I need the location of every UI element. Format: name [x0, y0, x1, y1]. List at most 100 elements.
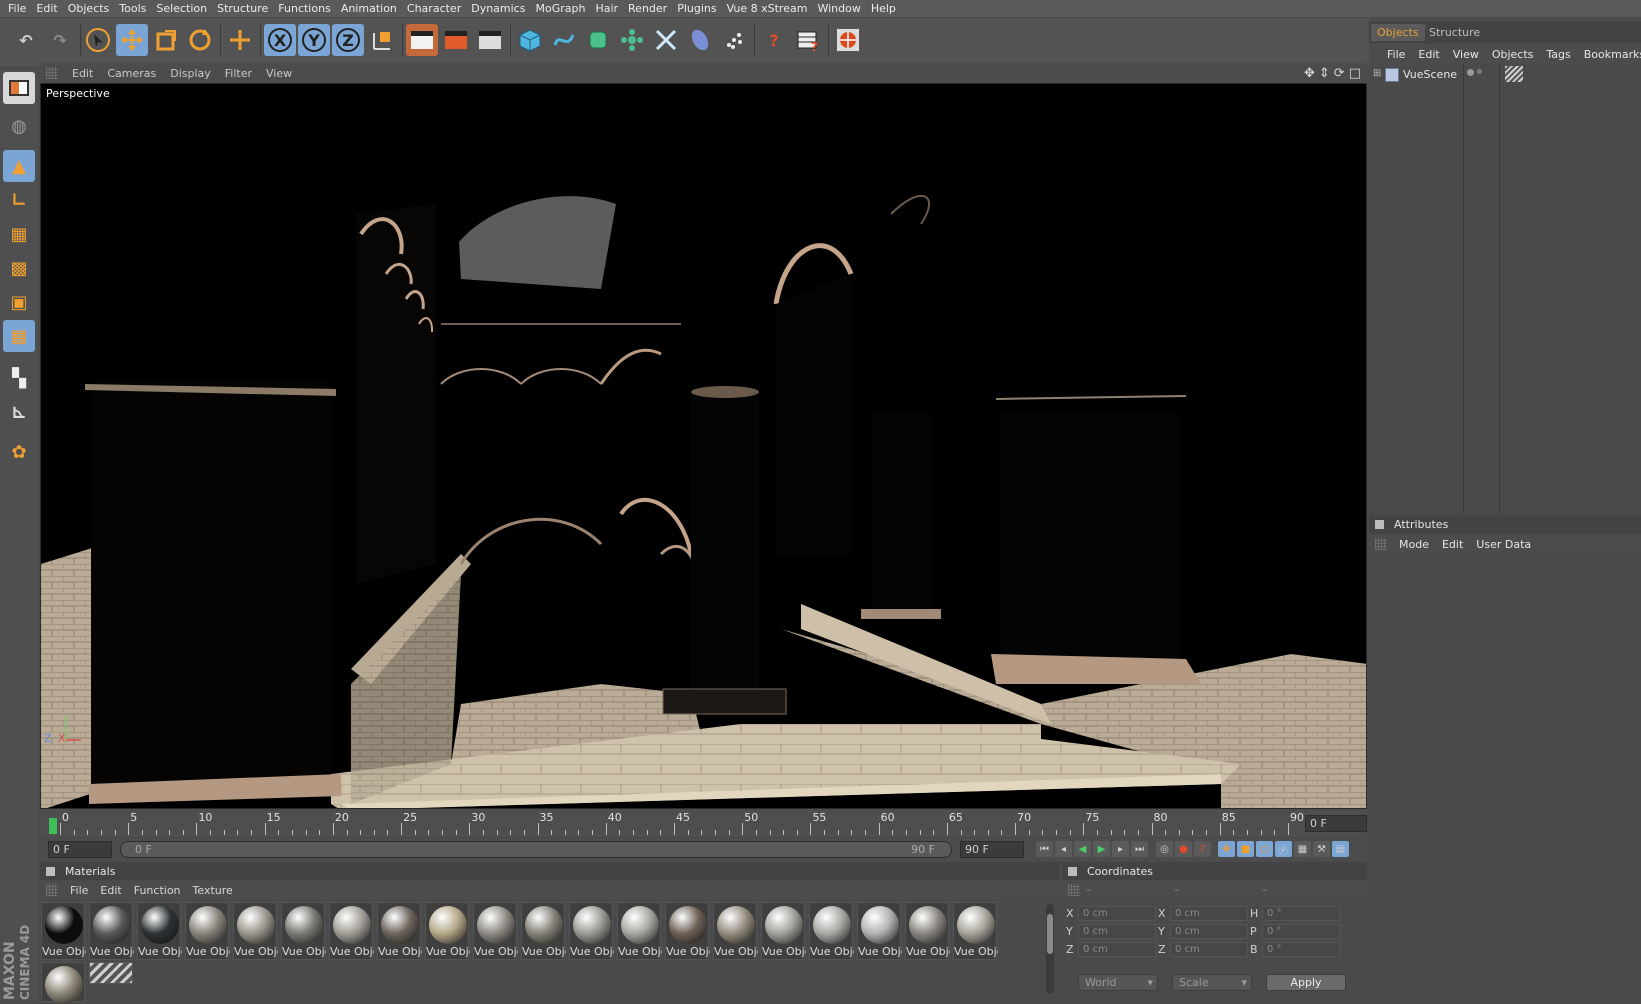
menu-plugins[interactable]: Plugins — [677, 2, 716, 15]
play-backward-button[interactable]: ◀ — [1074, 841, 1091, 857]
material-swatch[interactable]: Vue Obje — [761, 902, 806, 960]
move-tool-button[interactable] — [116, 24, 148, 56]
live-selection-button[interactable] — [82, 24, 114, 56]
workplane-button[interactable]: ⊾ — [3, 396, 35, 428]
materials-scrollbar[interactable] — [1046, 904, 1054, 994]
material-swatch[interactable]: Vue Obje — [329, 902, 374, 960]
points-mode-button[interactable]: ▦ — [3, 218, 35, 250]
scheme-button[interactable]: ⚒ — [1313, 841, 1330, 857]
material-swatch[interactable]: Vue Obje — [905, 902, 950, 960]
material-swatch[interactable]: Vue Obje — [41, 902, 86, 960]
sculpt-button[interactable]: ✿ — [3, 436, 35, 468]
menu-selection[interactable]: Selection — [156, 2, 207, 15]
objects-menu-view[interactable]: View — [1453, 48, 1479, 61]
object-axis-button[interactable]: ∟ — [3, 184, 35, 216]
range-start-field[interactable]: 0 F — [48, 841, 112, 858]
array-button[interactable] — [616, 24, 648, 56]
material-swatch[interactable]: Vue Obje — [185, 902, 230, 960]
coord-value-field[interactable]: 0 cm — [1078, 942, 1156, 957]
z-axis-lock-button[interactable]: Z — [332, 24, 364, 56]
material-swatch[interactable]: Vue Obje — [665, 902, 710, 960]
help-cursor-button[interactable]: ? — [758, 24, 790, 56]
material-swatch[interactable]: Vue Obje — [233, 902, 278, 960]
menu-objects[interactable]: Objects — [68, 2, 110, 15]
goto-start-button[interactable]: ⏮ — [1036, 841, 1053, 857]
objects-menu-tags[interactable]: Tags — [1546, 48, 1570, 61]
material-tag-icon[interactable] — [1505, 66, 1523, 82]
render-dot-icon[interactable] — [1477, 69, 1482, 74]
redo-button[interactable]: ↷ — [44, 24, 76, 56]
y-axis-lock-button[interactable]: Y — [298, 24, 330, 56]
panel-toggle-icon[interactable] — [1068, 866, 1077, 876]
prev-key-button[interactable]: ◂ — [1055, 841, 1072, 857]
coordinate-system-button[interactable] — [366, 24, 398, 56]
menu-render[interactable]: Render — [628, 2, 667, 15]
menu-dynamics[interactable]: Dynamics — [471, 2, 525, 15]
materials-menu-edit[interactable]: Edit — [100, 884, 121, 897]
coord-value-field[interactable]: 0 ° — [1262, 906, 1340, 921]
panel-toggle-icon[interactable] — [1375, 520, 1384, 529]
coord-value-field[interactable]: 0 cm — [1170, 924, 1248, 939]
model-mode-button[interactable]: ▲ — [3, 150, 35, 182]
grip-handle-icon[interactable] — [46, 67, 58, 79]
materials-menu-texture[interactable]: Texture — [193, 884, 233, 897]
apply-button[interactable]: Apply — [1266, 974, 1346, 991]
particles-button[interactable] — [718, 24, 750, 56]
object-row-vuescene[interactable]: ⊞ VueScene — [1369, 66, 1641, 84]
menu-mograph[interactable]: MoGraph — [535, 2, 585, 15]
expand-plus-icon[interactable]: ⊞ — [1373, 68, 1381, 79]
edges-mode-button[interactable]: ▩ — [3, 252, 35, 284]
menu-hair[interactable]: Hair — [595, 2, 618, 15]
menu-tools[interactable]: Tools — [119, 2, 146, 15]
material-swatch[interactable]: Vue Obje — [953, 902, 998, 960]
make-editable-button[interactable]: ◍ — [3, 110, 35, 142]
grip-handle-icon[interactable] — [1068, 884, 1080, 896]
material-swatch[interactable]: Vue Obje — [137, 902, 182, 960]
polygons-mode-button[interactable]: ▣ — [3, 286, 35, 318]
x-axis-lock-button[interactable]: X — [264, 24, 296, 56]
viewport-menu-display[interactable]: Display — [170, 67, 211, 80]
menu-window[interactable]: Window — [817, 2, 860, 15]
timeline-layout-button[interactable]: ▤ — [1332, 841, 1349, 857]
transform-mode-dropdown[interactable]: Scale ▾ — [1172, 974, 1252, 991]
material-swatch[interactable]: Vue Obje — [473, 902, 518, 960]
menu-functions[interactable]: Functions — [278, 2, 331, 15]
render-view-button[interactable] — [406, 24, 438, 56]
goto-end-button[interactable]: ⏭ — [1131, 841, 1148, 857]
view-layout-button[interactable] — [3, 72, 35, 104]
dolly-icon[interactable]: ⇕ — [1319, 66, 1330, 81]
attributes-menu-user-data[interactable]: User Data — [1476, 538, 1531, 551]
key-parameter-button[interactable]: Ⓟ — [1275, 841, 1292, 857]
menu-edit[interactable]: Edit — [36, 2, 57, 15]
coordinate-mode-dropdown[interactable]: World ▾ — [1078, 974, 1158, 991]
viewport-menu-edit[interactable]: Edit — [72, 67, 93, 80]
menu-help[interactable]: Help — [871, 2, 896, 15]
material-swatch[interactable]: Vue Obje — [425, 902, 470, 960]
material-swatch[interactable]: Vue Obje — [857, 902, 902, 960]
objects-menu-edit[interactable]: Edit — [1418, 48, 1439, 61]
next-key-button[interactable]: ▸ — [1112, 841, 1129, 857]
key-rotation-button[interactable]: ○ — [1256, 841, 1273, 857]
pan-icon[interactable]: ✥ — [1304, 66, 1315, 81]
menu-vue-xstream[interactable]: Vue 8 xStream — [727, 2, 808, 15]
grip-handle-icon[interactable] — [1375, 538, 1387, 550]
range-end-field[interactable]: 90 F — [960, 841, 1024, 858]
play-forward-button[interactable]: ▶ — [1093, 841, 1110, 857]
materials-menu-file[interactable]: File — [70, 884, 88, 897]
material-swatch[interactable]: Vue Obje — [281, 902, 326, 960]
orbit-icon[interactable]: ⟳ — [1334, 66, 1345, 81]
scene-object-button[interactable] — [684, 24, 716, 56]
attributes-menu-edit[interactable]: Edit — [1442, 538, 1463, 551]
uv-mode-button[interactable]: ▚ — [3, 362, 35, 394]
menu-file[interactable]: File — [8, 2, 26, 15]
attributes-menu-mode[interactable]: Mode — [1399, 538, 1429, 551]
maximize-icon[interactable]: □ — [1349, 66, 1361, 81]
keyframe-selection-button[interactable]: ? — [1194, 841, 1211, 857]
coord-value-field[interactable]: 0 ° — [1262, 924, 1340, 939]
render-picture-viewer-button[interactable] — [440, 24, 472, 56]
timeline-ruler[interactable]: 0 5 10 15 20 25 30 35 40 45 50 55 60 65 70 75 80 85 90 0 F — [40, 810, 1367, 837]
perspective-viewport[interactable]: Perspective Z X — [40, 83, 1367, 809]
object-name[interactable]: VueScene — [1403, 68, 1457, 81]
undo-button[interactable]: ↶ — [10, 24, 42, 56]
deformer-button[interactable] — [650, 24, 682, 56]
